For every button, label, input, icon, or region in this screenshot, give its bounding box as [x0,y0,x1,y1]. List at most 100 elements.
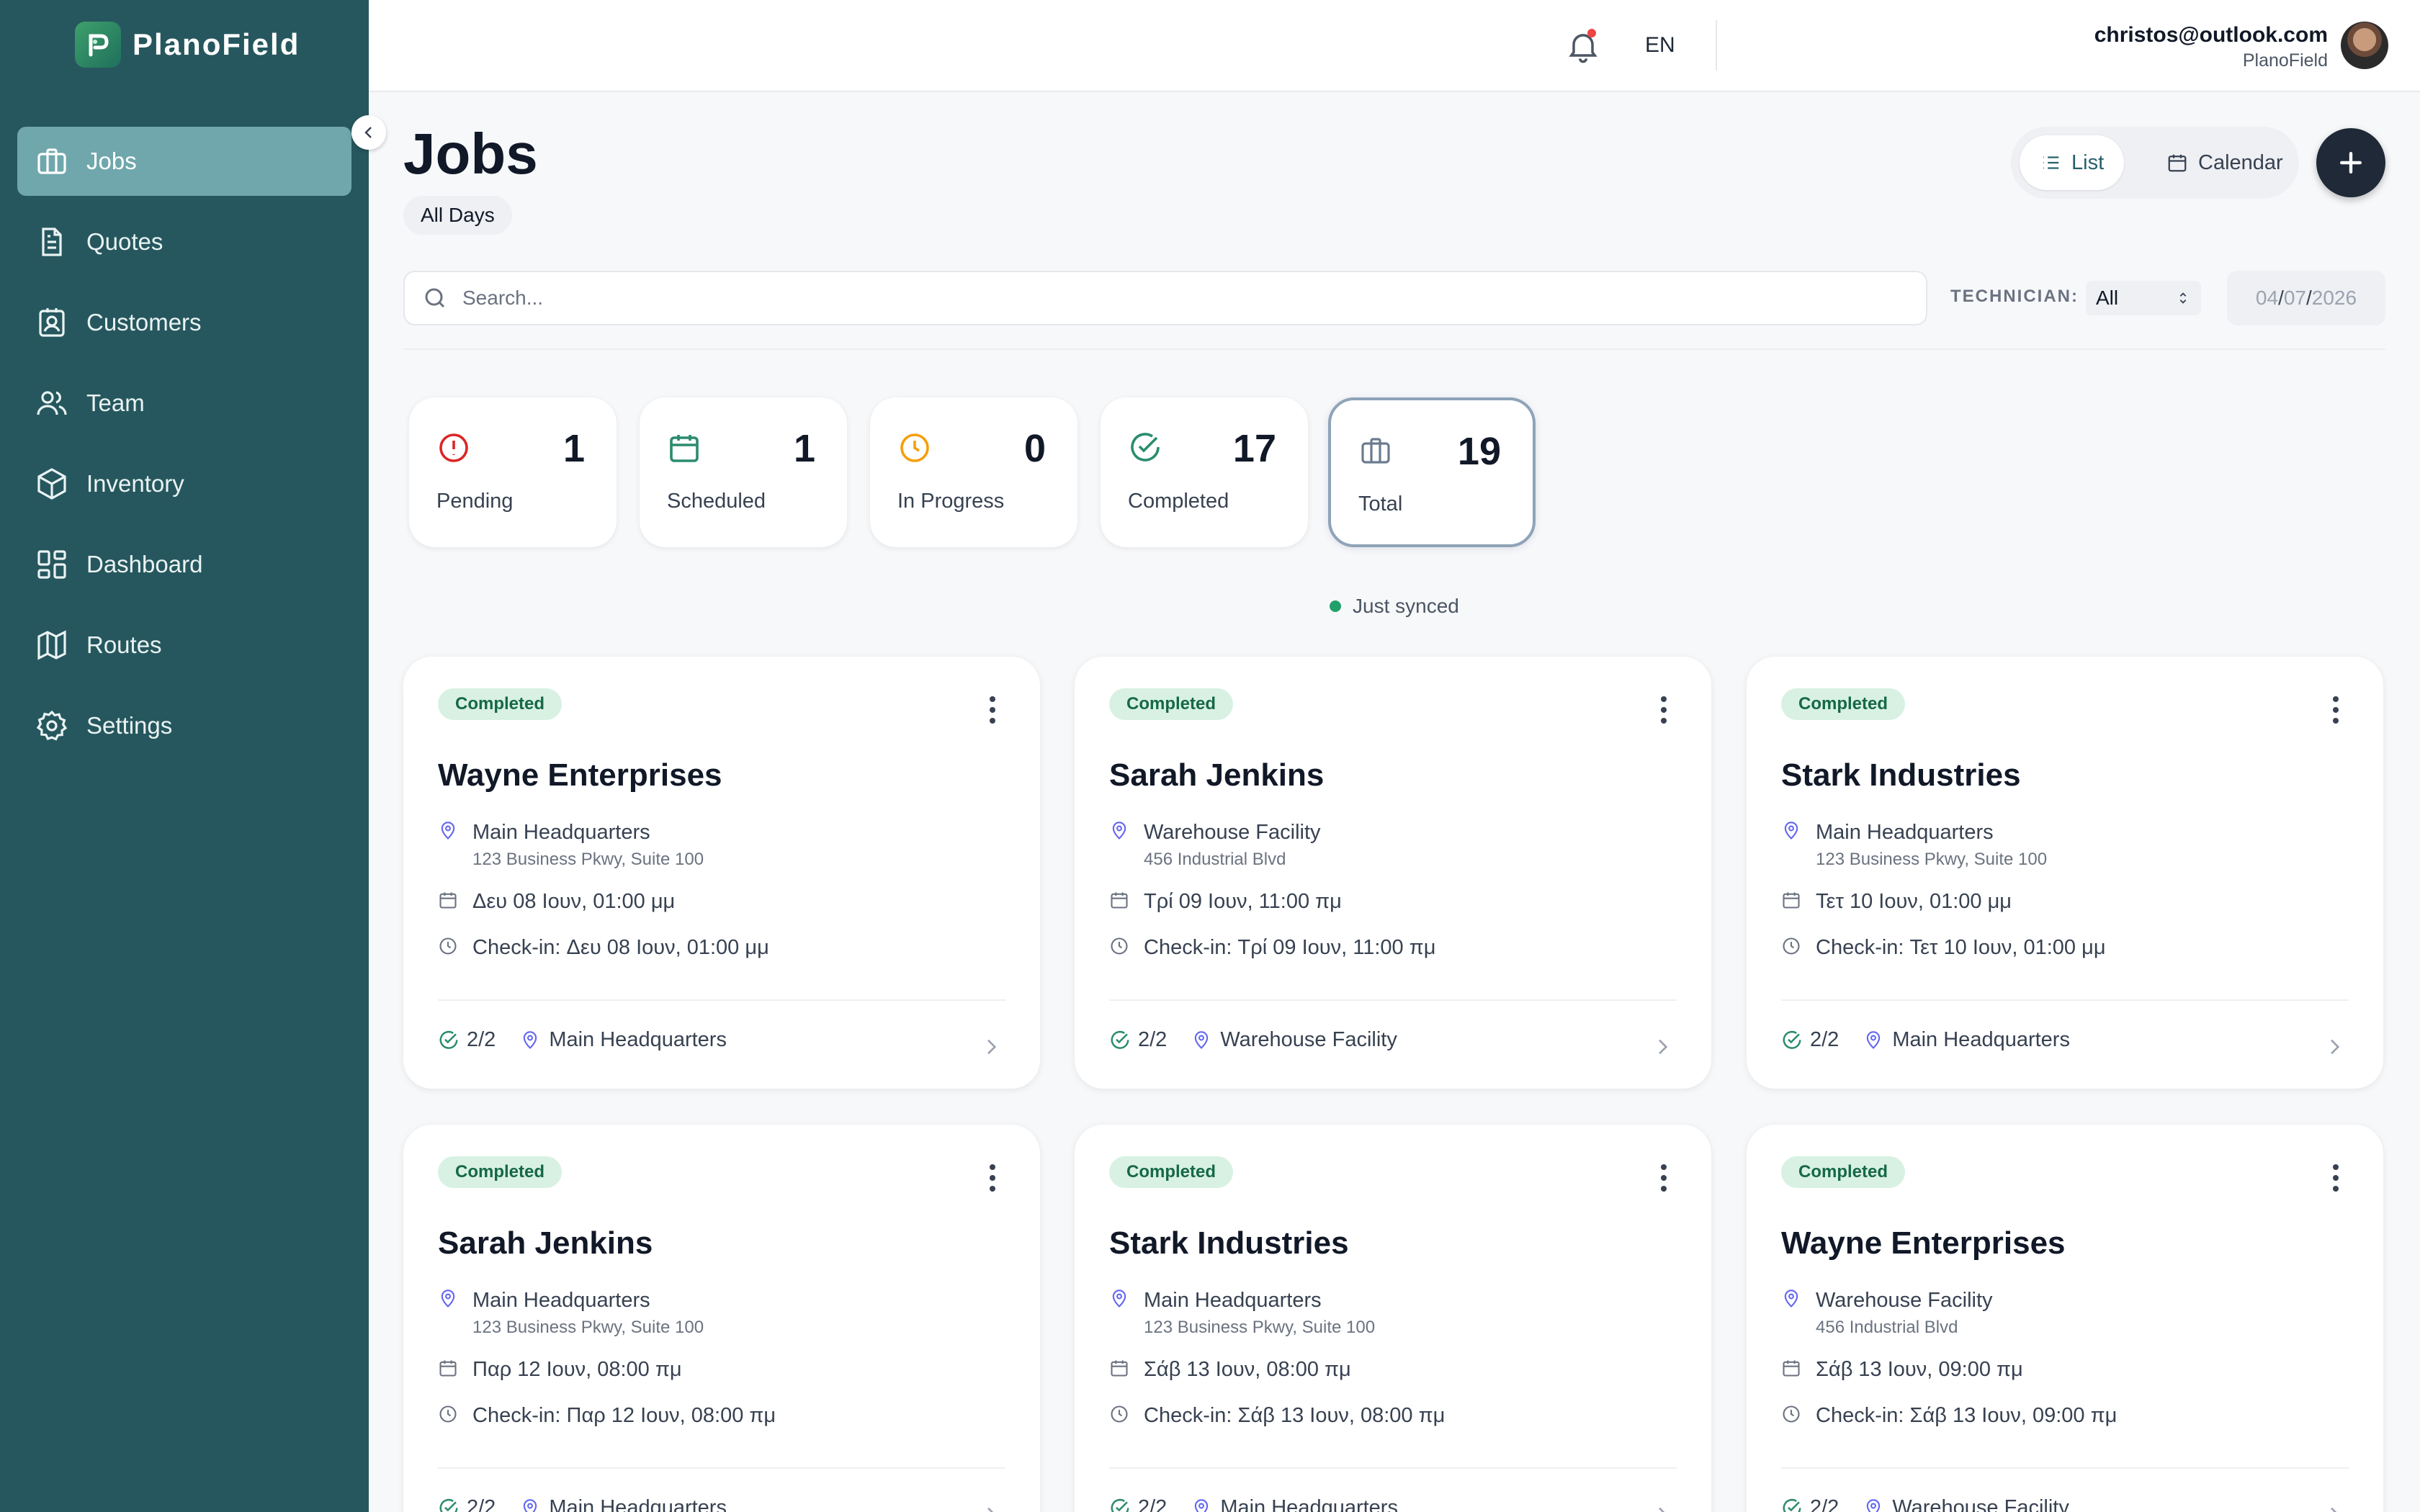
stat-card-total[interactable]: 19 Total [1328,397,1536,547]
job-card[interactable]: Completed Stark Industries Main Headquar… [1075,1125,1711,1512]
collapse-sidebar-button[interactable] [351,115,386,150]
briefcase-icon [1361,438,1390,464]
date-filter-input[interactable]: 04/07/2026 [2227,271,2385,325]
map-icon [37,630,66,660]
page-title: Jobs [403,122,538,186]
more-options-icon[interactable] [988,1164,997,1192]
card-divider [438,1467,1005,1469]
technician-select[interactable]: All [2086,281,2201,315]
status-badge: Completed [1781,1156,1906,1188]
view-toggle: List Calendar [2011,127,2299,199]
sidebar-item-label: Customers [86,309,202,336]
job-location-row: Main Headquarters [438,821,650,845]
job-date-row: Σάβ 13 Ιουν, 09:00 πμ [1781,1358,2023,1382]
stat-label: Pending [436,490,514,513]
job-card[interactable]: Completed Sarah Jenkins Warehouse Facili… [1075,657,1711,1089]
sidebar-item-dashboard[interactable]: Dashboard [17,530,351,599]
job-checkin-row: Check-in: Παρ 12 Ιουν, 08:00 πμ [438,1404,776,1428]
sidebar-item-label: Team [86,390,145,416]
chevron-right-icon[interactable] [1654,1035,1671,1058]
job-customer-name: Wayne Enterprises [438,757,722,793]
location-pin-icon [441,822,455,840]
user-menu[interactable]: christos@outlook.com PlanoField [2094,23,2328,71]
brand[interactable]: PlanoField [75,22,300,68]
calendar-icon [1111,892,1128,909]
job-checkin-time: Check-in: Σάβ 13 Ιουν, 09:00 πμ [1816,1404,2118,1427]
job-scheduled-date: Τρί 09 Ιουν, 11:00 πμ [1144,890,1342,913]
job-location-name: Main Headquarters [1144,1289,1322,1312]
job-checkin-row: Check-in: Τετ 10 Ιουν, 01:00 μμ [1781,936,2106,960]
notification-bell-icon[interactable] [1564,27,1602,65]
calendar-view-label: Calendar [2198,150,2283,174]
card-divider [1781,999,2349,1001]
avatar[interactable] [2341,22,2388,69]
chevron-right-icon[interactable] [2326,1503,2343,1512]
calendar-view-button[interactable]: Calendar [2146,135,2303,190]
card-divider [1109,1467,1677,1469]
sidebar-item-jobs[interactable]: Jobs [17,127,351,196]
job-card[interactable]: Completed Wayne Enterprises Main Headqua… [403,657,1040,1089]
sidebar-item-quotes[interactable]: Quotes [17,207,351,276]
job-address: 123 Business Pkwy, Suite 100 [1144,1318,1376,1337]
language-selector[interactable]: EN [1645,33,1675,58]
check-circle-icon [1783,1498,1801,1512]
job-customer-name: Stark Industries [1781,757,2021,793]
check-circle-icon [439,1498,458,1512]
sidebar-item-label: Dashboard [86,551,203,577]
job-card[interactable]: Completed Stark Industries Main Headquar… [1747,657,2383,1089]
more-options-icon[interactable] [1659,696,1668,724]
technician-filter-label: TECHNICIAN: [1950,287,2079,306]
job-task-progress: 2/2 [1138,1028,1168,1051]
job-checkin-row: Check-in: Τρί 09 Ιουν, 11:00 πμ [1109,936,1435,960]
sidebar-item-inventory[interactable]: Inventory [17,449,351,518]
more-options-icon[interactable] [2331,1164,2340,1192]
stat-card-in-progress[interactable]: 0 In Progress [870,397,1077,547]
date-day: 04 [2255,287,2279,309]
stat-card-completed[interactable]: 17 Completed [1101,397,1308,547]
sidebar-item-routes[interactable]: Routes [17,611,351,680]
stat-value: 17 [1232,427,1276,470]
stat-card-pending[interactable]: 1 Pending [409,397,617,547]
chevron-right-icon[interactable] [982,1035,1000,1058]
status-badge: Completed [1109,688,1234,720]
location-pin-icon [1195,1498,1209,1512]
dashboard-grid-icon [37,550,66,579]
card-divider [438,999,1005,1001]
sidebar-item-team[interactable]: Team [17,369,351,438]
job-card[interactable]: Completed Wayne Enterprises Warehouse Fa… [1747,1125,2383,1512]
job-site-name: Main Headquarters [549,1496,727,1512]
chevron-left-icon [364,127,372,138]
chevron-right-icon[interactable] [2326,1035,2343,1058]
job-task-progress: 2/2 [1810,1496,1839,1512]
more-options-icon[interactable] [2331,696,2340,724]
job-checkin-time: Check-in: Παρ 12 Ιουν, 08:00 πμ [472,1404,776,1427]
contact-card-icon [39,308,65,337]
clock-icon [1111,937,1128,955]
clock-icon [1111,1405,1128,1423]
job-card-footer: 2/2 Main Headquarters [1781,1028,2070,1052]
job-card-footer: 2/2 Main Headquarters [438,1496,727,1512]
job-scheduled-date: Τετ 10 Ιουν, 01:00 μμ [1816,890,2012,913]
job-checkin-row: Check-in: Σάβ 13 Ιουν, 08:00 πμ [1109,1404,1445,1428]
stat-value: 19 [1457,430,1501,473]
search-input[interactable] [462,287,1831,310]
sidebar-item-customers[interactable]: Customers [17,288,351,357]
chevron-right-icon[interactable] [1654,1503,1671,1512]
list-view-button[interactable]: List [2020,135,2125,190]
date-range-chip[interactable]: All Days [403,196,512,235]
job-card[interactable]: Completed Sarah Jenkins Main Headquarter… [403,1125,1040,1512]
technician-selected-value: All [2096,287,2119,309]
add-job-button[interactable] [2316,128,2385,197]
briefcase-icon [37,148,66,174]
more-options-icon[interactable] [1659,1164,1668,1192]
plus-icon [2339,151,2362,174]
stat-label: Completed [1128,490,1229,513]
job-location-name: Main Headquarters [1816,821,1994,844]
list-view-label: List [2071,150,2105,174]
stat-card-scheduled[interactable]: 1 Scheduled [640,397,847,547]
job-scheduled-date: Σάβ 13 Ιουν, 09:00 πμ [1816,1358,2023,1381]
more-options-icon[interactable] [988,696,997,724]
sidebar-item-settings[interactable]: Settings [17,691,351,760]
job-location-name: Main Headquarters [472,821,650,844]
chevron-right-icon[interactable] [982,1503,1000,1512]
